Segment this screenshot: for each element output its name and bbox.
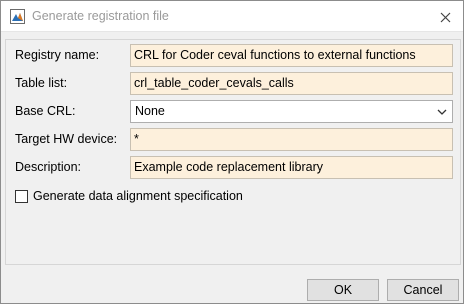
cancel-button[interactable]: Cancel bbox=[387, 279, 459, 301]
form-panel: Registry name: CRL for Coder ceval funct… bbox=[5, 39, 461, 265]
chevron-down-icon bbox=[437, 109, 447, 115]
description-input[interactable]: Example code replacement library bbox=[130, 156, 453, 179]
data-alignment-label: Generate data alignment specification bbox=[33, 189, 243, 203]
target-hw-row: Target HW device: * bbox=[6, 128, 460, 152]
dialog-window: Generate registration file Registry name… bbox=[0, 0, 464, 304]
table-list-row: Table list: crl_table_coder_cevals_calls bbox=[6, 72, 460, 96]
base-crl-select[interactable]: None bbox=[130, 100, 453, 123]
target-hw-label: Target HW device: bbox=[15, 132, 118, 146]
registry-name-input[interactable]: CRL for Coder ceval functions to externa… bbox=[130, 44, 453, 67]
app-icon bbox=[10, 9, 25, 24]
base-crl-label: Base CRL: bbox=[15, 104, 76, 118]
ok-button[interactable]: OK bbox=[307, 279, 379, 301]
base-crl-value: None bbox=[135, 104, 165, 118]
registry-name-label: Registry name: bbox=[15, 48, 100, 62]
description-label: Description: bbox=[15, 160, 81, 174]
close-button[interactable] bbox=[435, 7, 455, 27]
table-list-input[interactable]: crl_table_coder_cevals_calls bbox=[130, 72, 453, 95]
close-icon bbox=[440, 12, 450, 22]
data-alignment-checkbox[interactable] bbox=[15, 190, 28, 203]
registry-name-row: Registry name: CRL for Coder ceval funct… bbox=[6, 44, 460, 68]
target-hw-input[interactable]: * bbox=[130, 128, 453, 151]
base-crl-row: Base CRL: None bbox=[6, 100, 460, 124]
description-row: Description: Example code replacement li… bbox=[6, 156, 460, 180]
window-title: Generate registration file bbox=[32, 9, 169, 23]
table-list-label: Table list: bbox=[15, 76, 68, 90]
title-bar: Generate registration file bbox=[1, 1, 463, 32]
